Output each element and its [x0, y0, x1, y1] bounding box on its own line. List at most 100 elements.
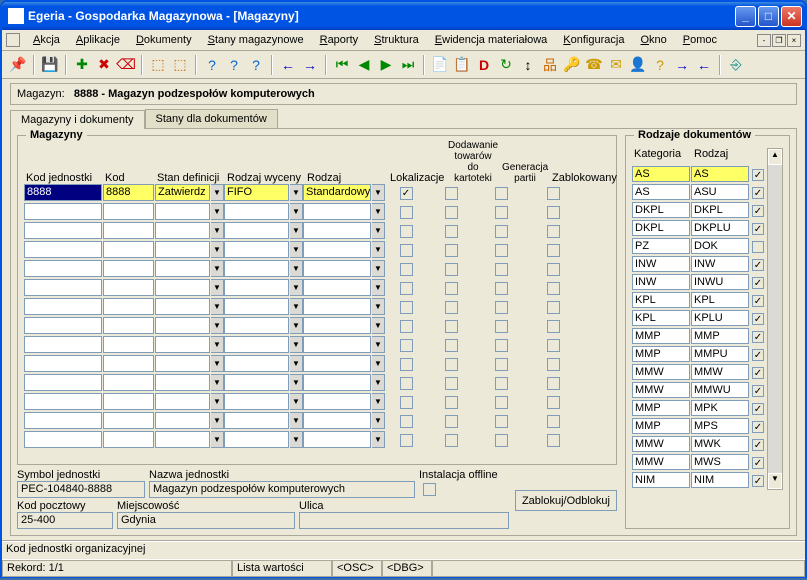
chk-gen[interactable]	[495, 225, 508, 238]
chevron-down-icon[interactable]: ▼	[290, 222, 303, 239]
scroll-up-icon[interactable]: ▲	[768, 149, 782, 165]
menu-okno[interactable]: Okno	[633, 32, 673, 48]
help1-icon[interactable]: ?	[202, 55, 222, 75]
maximize-button[interactable]: □	[758, 6, 779, 27]
chevron-down-icon[interactable]: ▼	[211, 184, 224, 201]
rod-row[interactable]: MMWMWS	[632, 454, 767, 471]
chk-zab[interactable]	[547, 396, 560, 409]
chevron-down-icon[interactable]: ▼	[211, 355, 224, 372]
cell-rodzaj-w[interactable]	[224, 241, 289, 258]
cell-rodzaj-dok[interactable]: MMP	[691, 328, 749, 344]
cell-rodzaj-dok[interactable]: DKPL	[691, 202, 749, 218]
cell-kategoria[interactable]: MMW	[632, 382, 690, 398]
chk-dod[interactable]	[445, 339, 458, 352]
chk-zab[interactable]	[547, 244, 560, 257]
tool1-icon[interactable]: ⬚	[148, 55, 168, 75]
chk-gen[interactable]	[495, 339, 508, 352]
mag-row[interactable]: ▼▼▼	[24, 241, 610, 259]
user-icon[interactable]: 👤	[628, 55, 648, 75]
chk-lok[interactable]	[400, 225, 413, 238]
zablokuj-button[interactable]: Zablokuj/Odblokuj	[515, 490, 617, 511]
chk-rod[interactable]	[752, 403, 764, 415]
cell-rodzaj[interactable]	[303, 279, 371, 296]
chk-gen[interactable]	[495, 358, 508, 371]
rod-row[interactable]: MMPMPK	[632, 400, 767, 417]
chk-zab[interactable]	[547, 263, 560, 276]
chevron-down-icon[interactable]: ▼	[211, 260, 224, 277]
fld-ulica[interactable]	[299, 512, 509, 529]
chevron-down-icon[interactable]: ▼	[211, 317, 224, 334]
cell-rodzaj-w[interactable]	[224, 260, 289, 277]
cell-rodzaj-w[interactable]	[224, 374, 289, 391]
cell-kod[interactable]	[103, 222, 154, 239]
nav-left-icon[interactable]: ←	[278, 55, 298, 75]
cell-rodzaj-w[interactable]	[224, 203, 289, 220]
doc1-icon[interactable]: 📄	[430, 55, 450, 75]
mag-row[interactable]: 88888888Zatwierdz▼FIFO▼Standardowy▼	[24, 184, 610, 202]
chk-gen[interactable]	[495, 301, 508, 314]
chevron-down-icon[interactable]: ▼	[372, 412, 385, 429]
chevron-down-icon[interactable]: ▼	[211, 374, 224, 391]
cell-rodzaj-w[interactable]	[224, 222, 289, 239]
chk-zab[interactable]	[547, 282, 560, 295]
rod-row[interactable]: INWINWU	[632, 274, 767, 291]
cell-kategoria[interactable]: AS	[632, 166, 690, 182]
mdi-minimize[interactable]: -	[757, 34, 771, 47]
refresh-icon[interactable]: ↻	[496, 55, 516, 75]
menu-akcja[interactable]: Akcja	[26, 32, 67, 48]
save-icon[interactable]: 💾	[40, 55, 60, 75]
chevron-down-icon[interactable]: ▼	[372, 298, 385, 315]
chevron-down-icon[interactable]: ▼	[211, 393, 224, 410]
mag-row[interactable]: ▼▼▼	[24, 431, 610, 449]
chk-rod[interactable]	[752, 349, 764, 361]
rod-row[interactable]: ASAS	[632, 166, 767, 183]
chevron-down-icon[interactable]: ▼	[290, 336, 303, 353]
cell-kod[interactable]: 8888	[103, 184, 154, 201]
chevron-down-icon[interactable]: ▼	[211, 336, 224, 353]
chk-dod[interactable]	[445, 225, 458, 238]
chk-rod[interactable]	[752, 295, 764, 307]
chk-zab[interactable]	[547, 339, 560, 352]
chevron-down-icon[interactable]: ▼	[211, 279, 224, 296]
delete-icon[interactable]: ✖	[94, 55, 114, 75]
cell-kod-jedn[interactable]	[24, 412, 102, 429]
minimize-button[interactable]: _	[735, 6, 756, 27]
chevron-down-icon[interactable]: ▼	[372, 241, 385, 258]
cell-kod[interactable]	[103, 336, 154, 353]
cell-rodzaj-dok[interactable]: MPS	[691, 418, 749, 434]
scroll-down-icon[interactable]: ▼	[768, 473, 782, 489]
chevron-down-icon[interactable]: ▼	[290, 184, 303, 201]
cell-stan[interactable]	[155, 336, 210, 353]
fld-nazwa[interactable]: Magazyn podzespołów komputerowych	[149, 481, 415, 498]
mag-row[interactable]: ▼▼▼	[24, 222, 610, 240]
rod-row[interactable]: DKPLDKPL	[632, 202, 767, 219]
menu-raporty[interactable]: Raporty	[313, 32, 366, 48]
close-button[interactable]: ✕	[781, 6, 802, 27]
cell-stan[interactable]	[155, 298, 210, 315]
chk-rod[interactable]	[752, 241, 764, 253]
cell-kod-jedn[interactable]: 8888	[24, 184, 102, 201]
chk-gen[interactable]	[495, 282, 508, 295]
cell-kod-jedn[interactable]	[24, 393, 102, 410]
fld-kod-pocztowy[interactable]: 25-400	[17, 512, 113, 529]
chk-gen[interactable]	[495, 187, 508, 200]
cell-kategoria[interactable]: KPL	[632, 310, 690, 326]
mag-row[interactable]: ▼▼▼	[24, 374, 610, 392]
tool2-icon[interactable]: ⬚	[170, 55, 190, 75]
cell-rodzaj-dok[interactable]: KPL	[691, 292, 749, 308]
back-icon[interactable]: ←	[694, 55, 714, 75]
cell-kod-jedn[interactable]	[24, 298, 102, 315]
rod-row[interactable]: DKPLDKPLU	[632, 220, 767, 237]
cell-kod-jedn[interactable]	[24, 374, 102, 391]
phone-icon[interactable]: ☎	[584, 55, 604, 75]
chevron-down-icon[interactable]: ▼	[372, 222, 385, 239]
cell-kategoria[interactable]: KPL	[632, 292, 690, 308]
cell-stan[interactable]	[155, 431, 210, 448]
rod-row[interactable]: INWINW	[632, 256, 767, 273]
chk-rod[interactable]	[752, 457, 764, 469]
menu-aplikacje[interactable]: Aplikacje	[69, 32, 127, 48]
cell-rodzaj-dok[interactable]: INW	[691, 256, 749, 272]
cell-stan[interactable]	[155, 279, 210, 296]
cell-rodzaj-dok[interactable]: MMWU	[691, 382, 749, 398]
q-icon[interactable]: ?	[650, 55, 670, 75]
